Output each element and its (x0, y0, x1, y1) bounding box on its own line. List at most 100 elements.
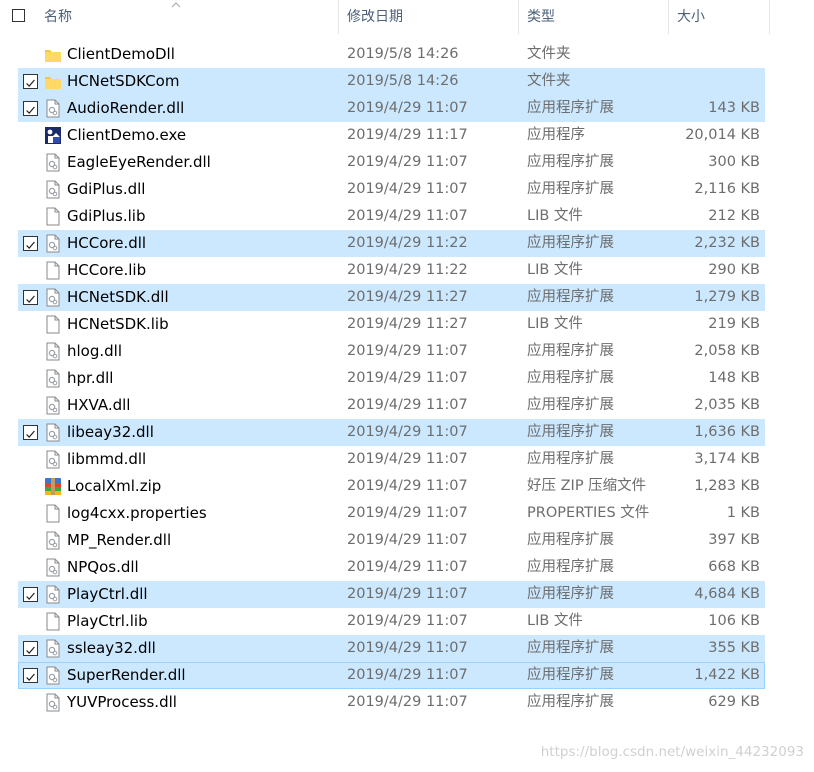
file-row[interactable]: log4cxx.properties 2019/4/29 11:07 PROPERT… (18, 500, 765, 527)
file-row[interactable]: GdiPlus.lib 2019/4/29 11:07 LIB 文件 212 KB (18, 203, 765, 230)
file-size: 397 KB (708, 532, 760, 548)
dll-file-icon (44, 558, 62, 577)
file-size: 212 KB (708, 208, 760, 224)
dll-file-icon (44, 585, 62, 604)
file-date: 2019/4/29 11:07 (347, 397, 468, 413)
dll-file-icon (44, 342, 62, 361)
file-date: 2019/4/29 11:07 (347, 640, 468, 656)
file-type: LIB 文件 (527, 262, 583, 278)
file-size: 1 KB (726, 505, 760, 521)
file-date: 2019/4/29 11:07 (347, 154, 468, 170)
dll-file-icon (44, 531, 62, 550)
file-date: 2019/4/29 11:07 (347, 100, 468, 116)
file-date: 2019/4/29 11:07 (347, 370, 468, 386)
file-name: log4cxx.properties (67, 504, 207, 522)
file-type: 应用程序扩展 (527, 424, 614, 440)
row-checkbox[interactable] (23, 668, 38, 683)
file-row[interactable]: GdiPlus.dll 2019/4/29 11:07 应用程序扩展 2,116 KB (18, 176, 765, 203)
dll-file-icon (44, 450, 62, 469)
file-type: 文件夹 (527, 46, 571, 62)
row-checkbox[interactable] (23, 236, 38, 251)
folder-icon (44, 72, 62, 91)
column-divider[interactable] (668, 0, 669, 34)
file-name: ClientDemoDll (67, 45, 175, 63)
file-row[interactable]: HCCore.lib 2019/4/29 11:22 LIB 文件 290 KB (18, 257, 765, 284)
column-header-size[interactable]: 大小 (677, 0, 705, 34)
file-size: 219 KB (708, 316, 760, 332)
file-size: 290 KB (708, 262, 760, 278)
row-checkbox[interactable] (23, 425, 38, 440)
file-type: 应用程序扩展 (527, 289, 614, 305)
file-row[interactable]: HCCore.dll 2019/4/29 11:22 应用程序扩展 2,232 KB (18, 230, 765, 257)
file-name: MP_Render.dll (67, 531, 172, 549)
file-name: HXVA.dll (67, 396, 131, 414)
file-row[interactable]: EagleEyeRender.dll 2019/4/29 11:07 应用程序扩展 3… (18, 149, 765, 176)
file-row[interactable]: ssleay32.dll 2019/4/29 11:07 应用程序扩展 355 KB (18, 635, 765, 662)
file-row[interactable]: PlayCtrl.lib 2019/4/29 11:07 LIB 文件 106 KB (18, 608, 765, 635)
file-row[interactable]: MP_Render.dll 2019/4/29 11:07 应用程序扩展 397 KB (18, 527, 765, 554)
file-row[interactable]: SuperRender.dll 2019/4/29 11:07 应用程序扩展 1,42… (18, 662, 765, 689)
dll-file-icon (44, 666, 62, 685)
column-header-type[interactable]: 类型 (527, 0, 555, 34)
column-divider[interactable] (518, 0, 519, 34)
file-row[interactable]: HCNetSDK.lib 2019/4/29 11:27 LIB 文件 219 KB (18, 311, 765, 338)
file-row[interactable]: YUVProcess.dll 2019/4/29 11:07 应用程序扩展 629 K… (18, 689, 765, 716)
file-row[interactable]: NPQos.dll 2019/4/29 11:07 应用程序扩展 668 KB (18, 554, 765, 581)
row-checkbox[interactable] (23, 641, 38, 656)
file-date: 2019/4/29 11:07 (347, 667, 468, 683)
file-row[interactable]: ClientDemo.exe 2019/4/29 11:17 应用程序 20,014 … (18, 122, 765, 149)
dll-file-icon (44, 288, 62, 307)
file-name: HCNetSDK.dll (67, 288, 169, 306)
file-name: hpr.dll (67, 369, 114, 387)
file-row[interactable]: hlog.dll 2019/4/29 11:07 应用程序扩展 2,058 KB (18, 338, 765, 365)
file-size: 1,279 KB (694, 289, 760, 305)
file-type: 文件夹 (527, 73, 571, 89)
file-size: 300 KB (708, 154, 760, 170)
file-date: 2019/4/29 11:27 (347, 289, 468, 305)
column-header-date[interactable]: 修改日期 (347, 0, 403, 34)
checkmark-icon (26, 646, 35, 654)
file-date: 2019/4/29 11:07 (347, 208, 468, 224)
checkmark-icon (26, 295, 35, 303)
column-divider[interactable] (769, 0, 770, 34)
checkmark-icon (26, 79, 35, 87)
file-name: hlog.dll (67, 342, 122, 360)
file-row[interactable]: libeay32.dll 2019/4/29 11:07 应用程序扩展 1,636 K… (18, 419, 765, 446)
file-icon (44, 504, 62, 523)
file-size: 2,058 KB (694, 343, 760, 359)
row-checkbox[interactable] (23, 587, 38, 602)
row-checkbox[interactable] (23, 290, 38, 305)
file-row[interactable]: LocalXml.zip 2019/4/29 11:07 好压 ZIP 压缩文件 1,… (18, 473, 765, 500)
file-size: 1,283 KB (694, 478, 760, 494)
file-date: 2019/4/29 11:22 (347, 235, 468, 251)
select-all-checkbox[interactable] (12, 9, 25, 22)
file-size: 1,422 KB (694, 667, 760, 683)
file-name: PlayCtrl.lib (67, 612, 148, 630)
column-divider[interactable] (338, 0, 339, 34)
column-header-name[interactable]: 名称 (44, 0, 72, 34)
checkmark-icon (26, 106, 35, 114)
row-checkbox[interactable] (23, 101, 38, 116)
file-row[interactable]: HCNetSDKCom 2019/5/8 14:26 文件夹 (18, 68, 765, 95)
file-date: 2019/5/8 14:26 (347, 46, 459, 62)
file-row[interactable]: HXVA.dll 2019/4/29 11:07 应用程序扩展 2,035 KB (18, 392, 765, 419)
file-name: EagleEyeRender.dll (67, 153, 211, 171)
row-checkbox[interactable] (23, 74, 38, 89)
file-row[interactable]: hpr.dll 2019/4/29 11:07 应用程序扩展 148 KB (18, 365, 765, 392)
file-row[interactable]: HCNetSDK.dll 2019/4/29 11:27 应用程序扩展 1,279 K… (18, 284, 765, 311)
watermark: https://blog.csdn.net/weixin_44232093 (540, 744, 804, 760)
file-date: 2019/4/29 11:07 (347, 343, 468, 359)
file-row[interactable]: AudioRender.dll 2019/4/29 11:07 应用程序扩展 143 … (18, 95, 765, 122)
file-row[interactable]: PlayCtrl.dll 2019/4/29 11:07 应用程序扩展 4,684 K… (18, 581, 765, 608)
file-icon (44, 261, 62, 280)
file-type: 应用程序 (527, 127, 585, 143)
file-name: ssleay32.dll (67, 639, 156, 657)
file-row[interactable]: libmmd.dll 2019/4/29 11:07 应用程序扩展 3,174 KB (18, 446, 765, 473)
file-name: YUVProcess.dll (67, 693, 177, 711)
file-type: LIB 文件 (527, 316, 583, 332)
dll-file-icon (44, 639, 62, 658)
dll-file-icon (44, 234, 62, 253)
file-row[interactable]: ClientDemoDll 2019/5/8 14:26 文件夹 (18, 41, 765, 68)
file-date: 2019/4/29 11:07 (347, 181, 468, 197)
file-name: GdiPlus.lib (67, 207, 146, 225)
